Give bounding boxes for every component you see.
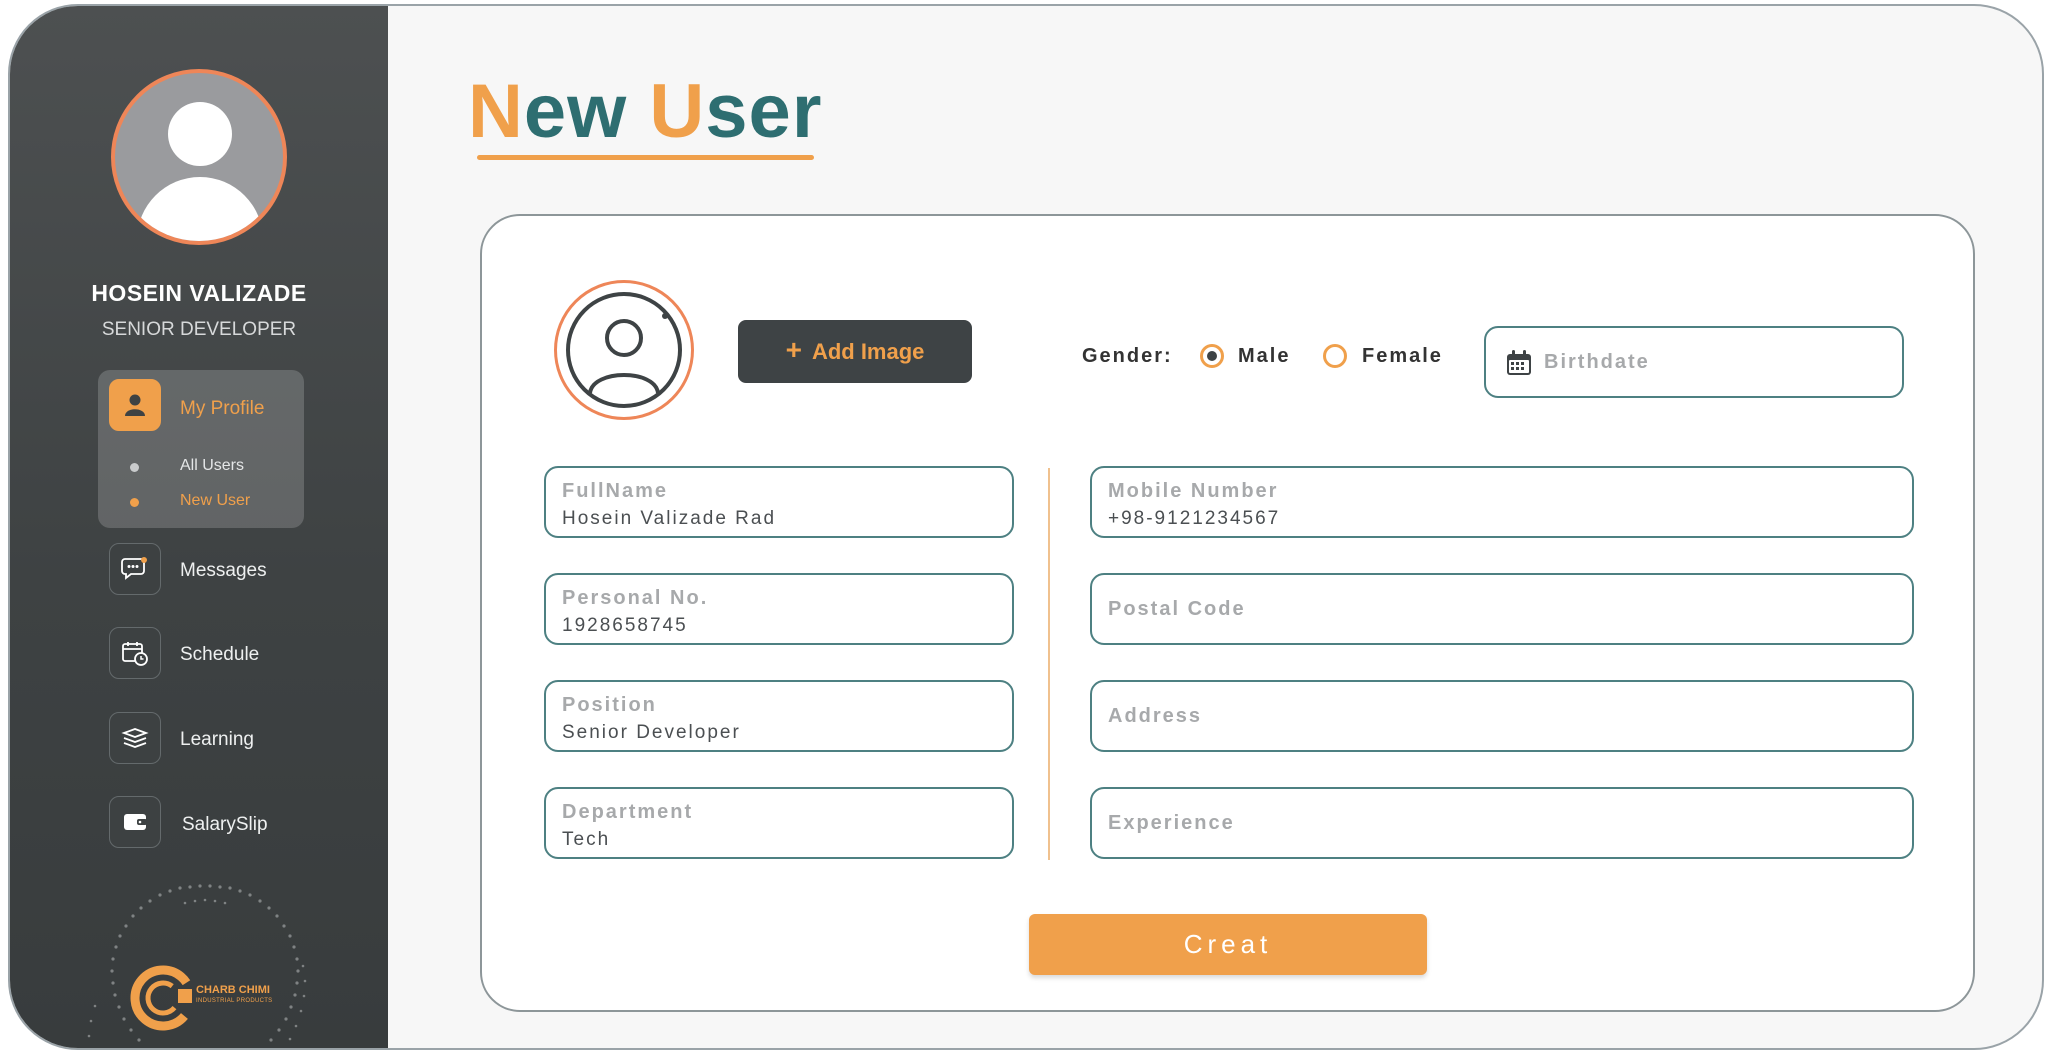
personal-no-label: Personal No. [562, 587, 709, 609]
gender-label: Gender: [1082, 345, 1173, 367]
books-icon[interactable] [109, 712, 161, 764]
position-label: Position [562, 694, 657, 716]
address-placeholder: Address [1108, 705, 1203, 727]
bullet-icon [130, 463, 139, 472]
department-field[interactable]: Department Tech [544, 787, 1014, 859]
logo-tagline: INDUSTRIAL PRODUCTS [196, 998, 273, 1004]
personal-no-field[interactable]: Personal No. 1928658745 [544, 573, 1014, 645]
profile-avatar[interactable] [111, 69, 287, 245]
sidebar-item-salary-slip[interactable]: SalarySlip [182, 814, 268, 836]
experience-placeholder: Experience [1108, 812, 1235, 834]
address-field[interactable]: Address [1090, 680, 1914, 752]
fullname-label: FullName [562, 480, 669, 502]
mobile-number-value: +98-9121234567 [1108, 508, 1281, 529]
sidebar-item-all-users[interactable]: All Users [180, 457, 244, 475]
logo-name: CHARB CHIMI [196, 984, 270, 996]
user-role: SENIOR DEVELOPER [101, 319, 297, 340]
department-label: Department [562, 801, 694, 823]
user-name: HOSEIN VALIZADE [91, 280, 307, 306]
avatar-placeholder-icon[interactable] [554, 280, 694, 420]
page-title: New User [468, 69, 823, 154]
position-field[interactable]: Position Senior Developer [544, 680, 1014, 752]
chat-icon[interactable] [109, 543, 161, 595]
calendar-clock-icon[interactable] [109, 627, 161, 679]
add-image-label: Add Image [811, 338, 925, 364]
wallet-icon[interactable] [109, 796, 161, 848]
mobile-number-label: Mobile Number [1108, 480, 1279, 502]
personal-no-value: 1928658745 [562, 615, 688, 636]
gender-female-label: Female [1362, 345, 1443, 367]
sidebar-item-learning[interactable]: Learning [180, 729, 254, 751]
birthdate-placeholder: Birthdate [1544, 351, 1650, 373]
bullet-icon [130, 498, 139, 507]
position-value: Senior Developer [562, 722, 741, 743]
create-button[interactable]: Creat [1029, 914, 1427, 975]
gender-male-radio[interactable] [1200, 344, 1224, 368]
postal-code-placeholder: Postal Code [1108, 598, 1246, 620]
fullname-field[interactable]: FullName Hosein Valizade Rad [544, 466, 1014, 538]
gender-male-label: Male [1238, 345, 1291, 367]
sidebar-item-schedule[interactable]: Schedule [180, 644, 259, 666]
plus-icon: + [785, 334, 802, 365]
fullname-value: Hosein Valizade Rad [562, 508, 777, 529]
experience-field[interactable]: Experience [1090, 787, 1914, 859]
mobile-number-field[interactable]: Mobile Number +98-9121234567 [1090, 466, 1914, 538]
title-underline [477, 155, 814, 160]
department-value: Tech [562, 829, 611, 850]
birthdate-field[interactable]: Birthdate [1484, 326, 1904, 398]
calendar-icon [1507, 350, 1531, 375]
column-divider [1048, 468, 1050, 860]
sidebar-item-messages[interactable]: Messages [180, 560, 267, 582]
company-logo: CHARB CHIMI INDUSTRIAL PRODUCTS [55, 876, 345, 1048]
sidebar-item-my-profile[interactable]: My Profile [180, 398, 264, 420]
sidebar-item-new-user[interactable]: New User [180, 492, 250, 510]
gender-female-radio[interactable] [1323, 344, 1347, 368]
add-image-button[interactable]: + Add Image [738, 320, 972, 383]
sidebar: HOSEIN VALIZADE SENIOR DEVELOPER My Prof… [10, 6, 388, 1048]
user-icon[interactable] [109, 379, 161, 431]
postal-code-field[interactable]: Postal Code [1090, 573, 1914, 645]
app-window: HOSEIN VALIZADE SENIOR DEVELOPER My Prof… [8, 4, 2044, 1050]
